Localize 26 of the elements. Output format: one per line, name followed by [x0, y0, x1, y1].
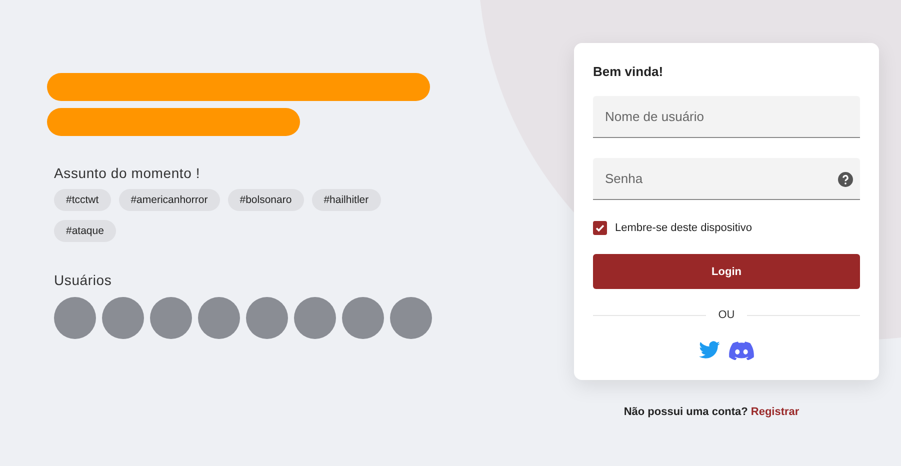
hashtag-chip[interactable]: #tcctwt: [54, 189, 111, 211]
avatar-placeholder[interactable]: [54, 297, 96, 339]
avatar-placeholder[interactable]: [342, 297, 384, 339]
hashtag-chip[interactable]: #hailhitler: [312, 189, 381, 211]
remember-checkbox[interactable]: [593, 221, 607, 235]
avatar-placeholder[interactable]: [102, 297, 144, 339]
section-title: Usuários: [54, 272, 113, 288]
hashtag-chip[interactable]: #bolsonaro: [228, 189, 304, 211]
password-field[interactable]: Senha: [593, 158, 860, 200]
help-icon[interactable]: [838, 172, 853, 187]
divider-label: OU: [718, 309, 735, 321]
signup-prompt: Não possui uma conta?: [624, 406, 748, 418]
bird-icon[interactable]: [699, 341, 720, 359]
hashtag-chip[interactable]: #ataque: [54, 220, 116, 242]
avatar-placeholder[interactable]: [246, 297, 288, 339]
username-field[interactable]: Nome de usuário: [593, 96, 860, 138]
card-title: Bem vinda!: [593, 64, 664, 79]
register-link[interactable]: Registrar: [750, 406, 800, 418]
avatar-placeholder[interactable]: [198, 297, 240, 339]
hashtag-chip[interactable]: #americanhorror: [118, 189, 220, 211]
avatar-placeholder[interactable]: [294, 297, 336, 339]
login-button[interactable]: Login: [593, 254, 860, 289]
section-title: Assunto do momento !: [54, 165, 202, 181]
remember-label: Lembre-se deste dispositivo: [615, 222, 752, 234]
avatar-placeholder[interactable]: [390, 297, 432, 339]
avatar-placeholder[interactable]: [150, 297, 192, 339]
